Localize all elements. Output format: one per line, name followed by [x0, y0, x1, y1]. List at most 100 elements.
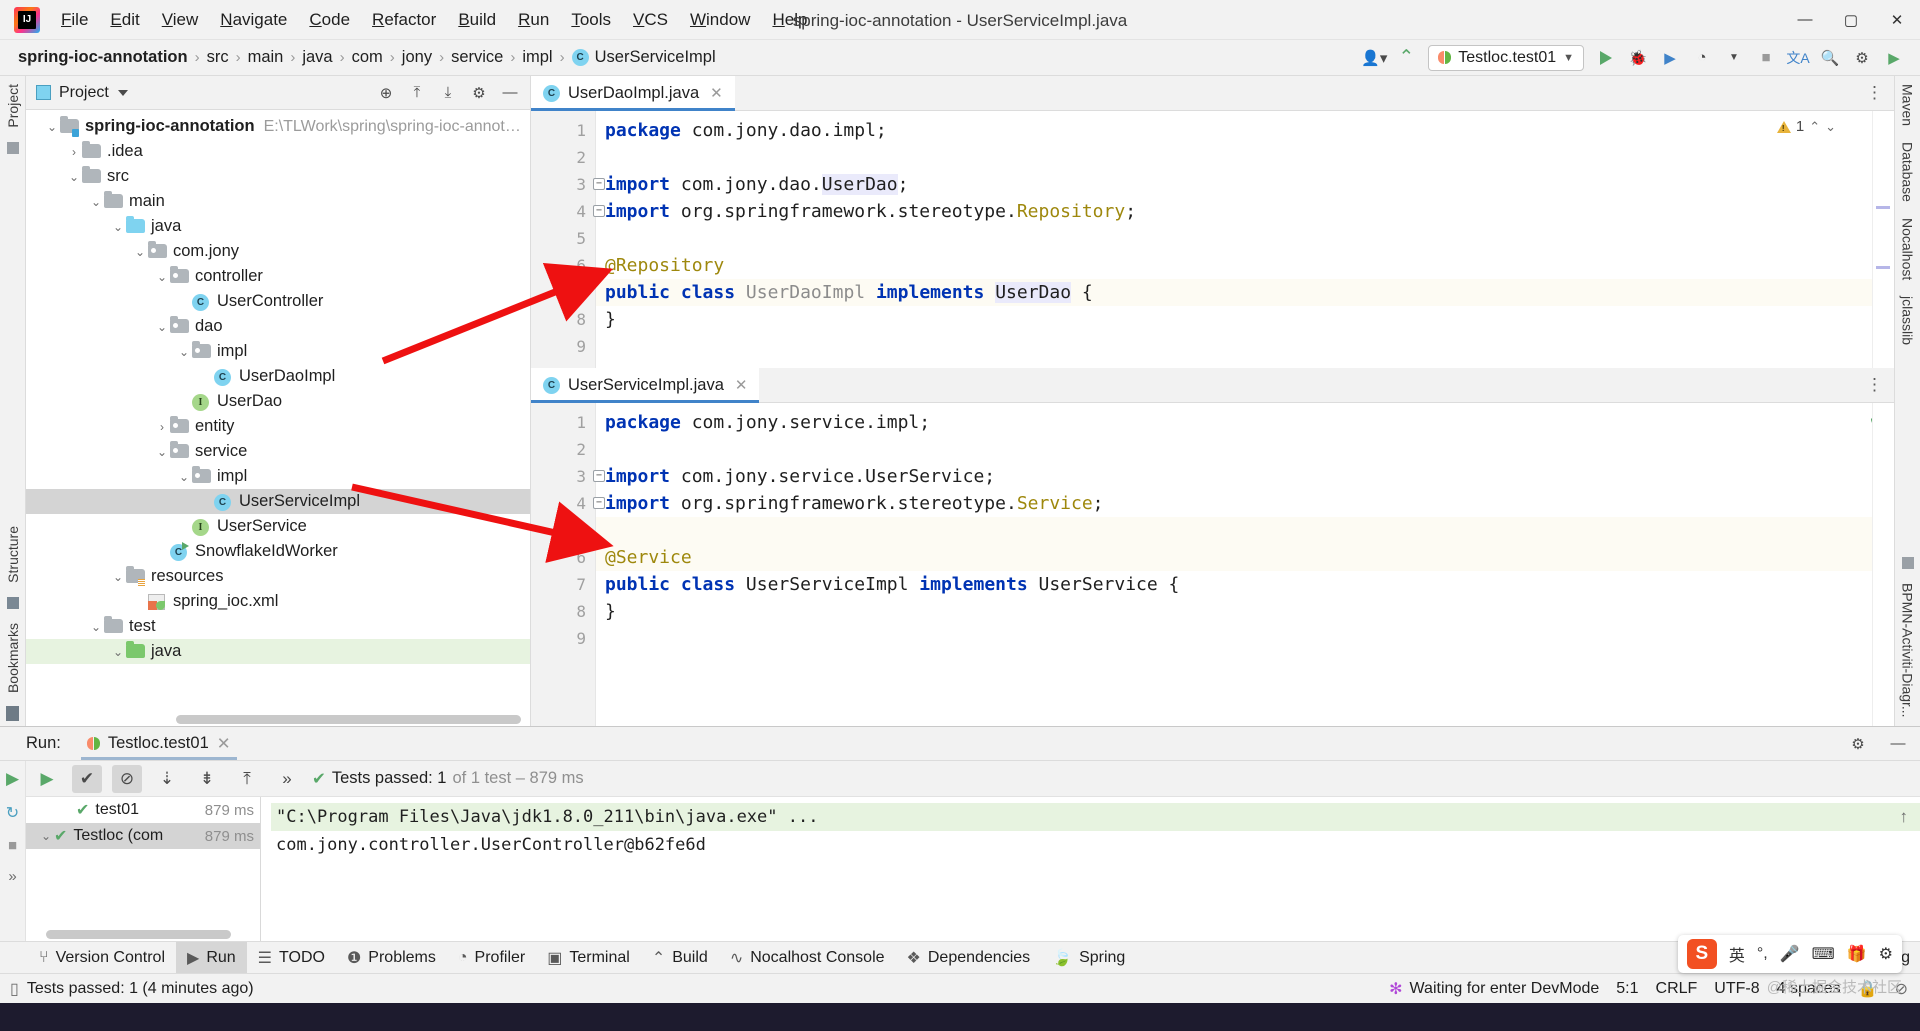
hide-panel-icon[interactable]: — — [1884, 731, 1912, 757]
menu-help[interactable]: Help — [761, 5, 818, 35]
code-line[interactable] — [596, 517, 1872, 544]
devmode-status[interactable]: ✻ Waiting for enter DevMode — [1389, 979, 1599, 999]
tree-node-src[interactable]: ⌄src — [26, 164, 530, 189]
close-icon[interactable]: ✕ — [217, 734, 231, 754]
code-line[interactable]: import org.springframework.stereotype.Se… — [596, 490, 1872, 517]
code-line[interactable]: @Service — [596, 544, 1872, 571]
code-line[interactable]: import com.jony.dao.UserDao; — [596, 171, 1872, 198]
settings-icon[interactable]: ⚙ — [465, 80, 493, 106]
menu-build[interactable]: Build — [447, 5, 507, 35]
file-encoding[interactable]: UTF-8 — [1714, 980, 1759, 998]
code-line[interactable]: package com.jony.service.impl; — [596, 409, 1872, 436]
breadcrumb-item-userserviceimpl[interactable]: CUserServiceImpl — [568, 46, 720, 69]
profile-dropdown-icon[interactable]: ▼ — [1720, 45, 1748, 71]
show-passed-toggle[interactable]: ✔ — [72, 765, 102, 793]
rerun-failed-icon[interactable]: ↻ — [6, 803, 19, 823]
chevron-down-icon[interactable]: ⌄ — [132, 245, 148, 259]
breadcrumb-item-main[interactable]: main — [244, 46, 288, 69]
menu-vcs[interactable]: VCS — [622, 5, 679, 35]
ime-language-label[interactable]: 英 — [1729, 942, 1745, 966]
chevron-down-icon[interactable]: ▼ — [1563, 52, 1574, 64]
menu-code[interactable]: Code — [298, 5, 361, 35]
code-line[interactable] — [596, 225, 1872, 252]
tool-window-button-build[interactable]: ⌃Build — [641, 942, 719, 974]
code-line[interactable] — [596, 625, 1872, 652]
menu-bar[interactable]: FileEditViewNavigateCodeRefactorBuildRun… — [50, 5, 818, 35]
chevron-down-icon[interactable] — [118, 90, 128, 96]
breadcrumb-item-spring-ioc-annotation[interactable]: spring-ioc-annotation — [14, 46, 192, 69]
code-line[interactable]: @Repository — [596, 252, 1872, 279]
editor-options-icon[interactable]: ⋮ — [1866, 375, 1884, 395]
menu-file[interactable]: File — [50, 5, 99, 35]
tool-window-button-version-control[interactable]: ⑂Version Control — [28, 942, 176, 974]
chevron-down-icon[interactable]: ⌄ — [88, 620, 104, 634]
menu-refactor[interactable]: Refactor — [361, 5, 447, 35]
tool-window-button-problems[interactable]: ❶Problems — [336, 942, 447, 974]
tree-node-snowflakeidworker[interactable]: ›CSnowflakeIdWorker — [26, 539, 530, 564]
tree-node-com-jony[interactable]: ⌄com.jony — [26, 239, 530, 264]
menu-run[interactable]: Run — [507, 5, 560, 35]
breadcrumb-item-src[interactable]: src — [203, 46, 233, 69]
ime-settings-icon[interactable]: ⚙ — [1879, 944, 1893, 964]
chevron-down-icon[interactable]: ⌄ — [38, 829, 54, 843]
run-icon[interactable] — [1592, 45, 1620, 71]
strip-button-bookmarks[interactable]: Bookmarks — [5, 615, 21, 701]
strip-button-structure[interactable]: Structure — [5, 518, 21, 591]
more-icon[interactable]: » — [272, 765, 302, 793]
code-line[interactable]: } — [596, 598, 1872, 625]
strip-button-project[interactable]: Project — [5, 76, 21, 136]
translate-icon[interactable]: 文A — [1784, 45, 1812, 71]
chevron-down-icon[interactable]: ⌄ — [154, 445, 170, 459]
settings-icon[interactable]: ⚙ — [1848, 45, 1876, 71]
chevron-down-icon[interactable]: ⌄ — [154, 320, 170, 334]
hide-panel-icon[interactable]: — — [496, 80, 524, 106]
expand-collapse-icon[interactable]: ⤒ — [232, 765, 262, 793]
stop-icon[interactable]: ■ — [8, 837, 17, 854]
chevron-down-icon[interactable]: ⌄ — [1825, 119, 1836, 135]
test-tree-row[interactable]: ⌄✔Testloc (com879 ms — [26, 823, 260, 849]
breadcrumb-item-jony[interactable]: jony — [398, 46, 436, 69]
sort-by-duration-icon[interactable]: ⇟ — [192, 765, 222, 793]
profile-icon[interactable]: ◔ — [1688, 45, 1716, 71]
settings-icon[interactable]: ⚙ — [1844, 731, 1872, 757]
breadcrumb-item-java[interactable]: java — [298, 46, 336, 69]
breadcrumb-item-service[interactable]: service — [447, 46, 507, 69]
tree-node-spring-ioc-xml[interactable]: ›spring_ioc.xml — [26, 589, 530, 614]
menu-tools[interactable]: Tools — [560, 5, 622, 35]
editor-options-icon[interactable]: ⋮ — [1866, 83, 1884, 103]
code-line[interactable]: import org.springframework.stereotype.Re… — [596, 198, 1872, 225]
maximize-button[interactable]: ▢ — [1828, 0, 1874, 40]
code-line[interactable]: import com.jony.service.UserService; — [596, 463, 1872, 490]
chevron-down-icon[interactable]: ⌄ — [154, 270, 170, 284]
run-configuration-selector[interactable]: Testloc.test01 ▼ — [1428, 45, 1584, 71]
close-button[interactable]: ✕ — [1874, 0, 1920, 40]
menu-view[interactable]: View — [151, 5, 210, 35]
chevron-down-icon[interactable]: ⌄ — [176, 470, 192, 484]
stop-icon[interactable]: ■ — [1752, 45, 1780, 71]
chevron-down-icon[interactable]: ⌄ — [110, 570, 126, 584]
strip-button-maven[interactable]: Maven — [1900, 76, 1916, 134]
sort-alphabetically-icon[interactable]: ⇣ — [152, 765, 182, 793]
tree-node-java[interactable]: ⌄java — [26, 639, 530, 664]
tree-node-impl[interactable]: ⌄impl — [26, 339, 530, 364]
run-tab-testloc[interactable]: Testloc.test01 ✕ — [77, 727, 241, 760]
rerun-icon[interactable]: ▶ — [6, 769, 19, 789]
tree-node-main[interactable]: ⌄main — [26, 189, 530, 214]
tree-node-dao[interactable]: ⌄dao — [26, 314, 530, 339]
tree-node-java[interactable]: ⌄java — [26, 214, 530, 239]
code-line[interactable] — [596, 333, 1872, 360]
ime-punctuation-icon[interactable]: °, — [1757, 945, 1768, 963]
menu-navigate[interactable]: Navigate — [209, 5, 298, 35]
microphone-icon[interactable]: 🎤 — [1780, 944, 1800, 964]
tree-node-test[interactable]: ⌄test — [26, 614, 530, 639]
tree-node-spring-ioc-annotation[interactable]: ⌄spring-ioc-annotationE:\TLWork\spring\s… — [26, 114, 530, 139]
chevron-up-icon[interactable]: ⌃ — [1809, 119, 1820, 135]
tool-window-button-terminal[interactable]: ▣Terminal — [536, 942, 641, 974]
tool-window-button-dependencies[interactable]: ❖Dependencies — [896, 942, 1042, 974]
strip-button-nocalhost[interactable]: Nocalhost — [1900, 210, 1916, 288]
marker-bar-1[interactable] — [1872, 111, 1894, 368]
code-line[interactable]: public class UserDaoImpl implements User… — [596, 279, 1872, 306]
select-opened-file-icon[interactable]: ⊕ — [372, 80, 400, 106]
tree-node-service[interactable]: ⌄service — [26, 439, 530, 464]
strip-button-jclasslib[interactable]: jclasslib — [1900, 288, 1916, 353]
